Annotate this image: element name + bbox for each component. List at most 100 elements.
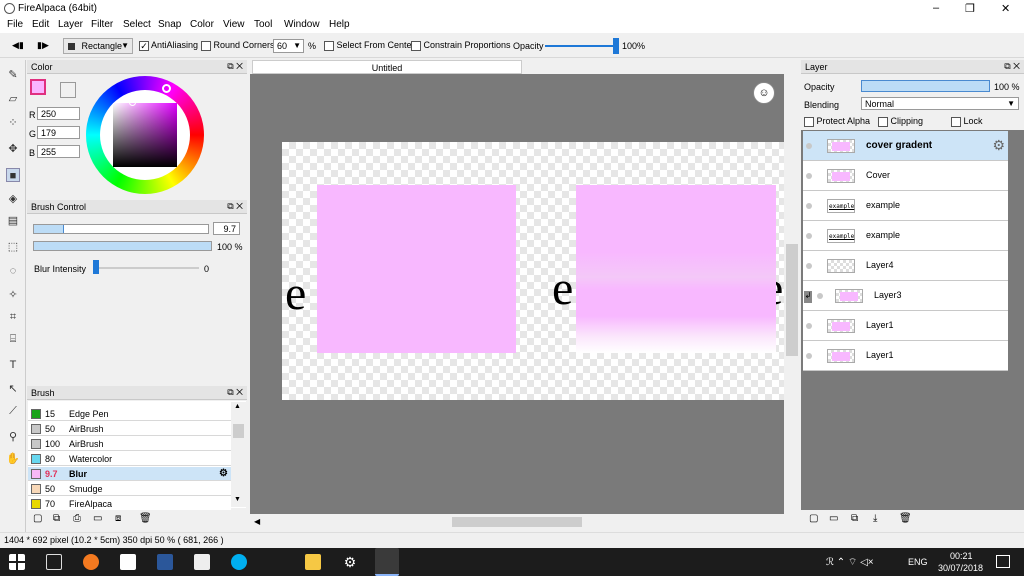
layer-item[interactable]: Cover (803, 161, 1008, 191)
duplicate-layer-icon[interactable]: ⧉ (851, 513, 858, 524)
task-view-icon[interactable] (46, 554, 62, 570)
duplicate-brush-icon[interactable]: ⧉ (53, 513, 60, 524)
layer-item[interactable]: Layer4 (803, 251, 1008, 281)
menu-edit[interactable]: Edit (32, 19, 49, 30)
scroll-left-icon[interactable]: ◀ (254, 517, 260, 526)
settings-icon[interactable]: ⚙ (342, 554, 358, 570)
layer-item[interactable]: example example (803, 221, 1008, 251)
menu-select[interactable]: Select (123, 19, 151, 30)
trash-icon[interactable]: 🗑 (139, 513, 152, 524)
magic-wand-icon[interactable]: ✧ (6, 288, 20, 302)
skype-icon[interactable] (231, 554, 247, 570)
folder-icon[interactable]: ▭ (93, 513, 102, 524)
layer-item[interactable]: cover gradent ⚙ (803, 131, 1008, 161)
brush-item[interactable]: 50 Smudge (28, 482, 231, 496)
next-icon[interactable]: ▮▶ (37, 40, 49, 51)
store-icon[interactable] (120, 554, 136, 570)
canvas-hscroll[interactable]: ◀ (250, 515, 784, 529)
dot-icon[interactable]: ⁘ (6, 116, 20, 130)
select-icon[interactable]: ⬚ (6, 240, 20, 254)
panel-float-close-icon[interactable]: ⧉ ✕ (1004, 61, 1020, 72)
fg-color-swatch[interactable] (30, 79, 46, 95)
scroll-up-icon[interactable]: ▲ (234, 403, 241, 410)
layer-item[interactable]: Layer1 (803, 311, 1008, 341)
bg-color-swatch[interactable] (60, 82, 76, 98)
clock-date[interactable]: 30/07/2018 (938, 563, 983, 573)
round-corners-input[interactable]: 60 ▼ (273, 39, 304, 53)
document-tab[interactable]: Untitled (252, 60, 522, 74)
brush-item[interactable]: 50 AirBrush (28, 422, 231, 436)
visibility-icon[interactable] (806, 143, 812, 149)
firealpaca-taskbar-icon[interactable] (375, 548, 399, 576)
clipping-checkbox[interactable]: Clipping (878, 116, 923, 127)
brush-list-scrollbar[interactable]: ▲ ▼ (231, 402, 246, 507)
blur-intensity-slider[interactable] (93, 260, 199, 274)
brush-item[interactable]: 100 AirBrush (28, 437, 231, 451)
antialiasing-checkbox[interactable]: ✓ AntiAliasing (139, 40, 198, 51)
layer-item[interactable]: Layer1 (803, 341, 1008, 371)
constrain-proportions-checkbox[interactable]: Constrain Proportions (411, 40, 511, 51)
close-button[interactable]: ✕ (1001, 2, 1010, 15)
color-wheel[interactable] (86, 76, 204, 194)
bucket-icon[interactable]: ◈ (6, 192, 20, 206)
layer-opacity-slider[interactable] (861, 80, 990, 92)
select-eraser-icon[interactable]: ⌸ (6, 332, 20, 346)
blending-select[interactable]: Normal ▼ (861, 97, 1019, 110)
sv-marker[interactable] (129, 99, 136, 106)
prev-icon[interactable]: ◀▮ (12, 40, 24, 51)
shape-select[interactable]: Rectangle ▼ (63, 38, 133, 54)
g-input[interactable]: 179 (37, 126, 80, 139)
brush-item[interactable]: 70 FireAlpaca (28, 497, 231, 511)
language-indicator[interactable]: ENG (908, 557, 928, 567)
hue-marker[interactable] (162, 84, 171, 93)
merge-down-icon[interactable]: ⤓ (873, 513, 877, 524)
menu-help[interactable]: Help (329, 19, 350, 30)
tray-icons[interactable]: ℛ ⌃ ⌔ ◁× (826, 556, 874, 569)
shape-tool-icon[interactable]: ■ (6, 168, 20, 182)
text-icon[interactable]: T (6, 358, 20, 372)
hand-icon[interactable]: ✋ (6, 452, 20, 466)
word-icon[interactable] (157, 554, 173, 570)
photos-icon[interactable] (194, 554, 210, 570)
brush-item[interactable]: 80 Watercolor (28, 452, 231, 466)
menu-view[interactable]: View (223, 19, 245, 30)
brush-size-value[interactable]: 9.7 (213, 222, 240, 235)
protect-alpha-checkbox[interactable]: Protect Alpha (804, 116, 870, 127)
clock-time[interactable]: 00:21 (950, 551, 973, 561)
visibility-icon[interactable] (806, 263, 812, 269)
canvas[interactable]: e e e (282, 142, 784, 400)
gradient-icon[interactable]: ▤ (6, 214, 20, 228)
scroll-down-icon[interactable]: ▼ (234, 496, 241, 503)
visibility-icon[interactable] (806, 203, 812, 209)
move-icon[interactable]: ✥ (6, 142, 20, 156)
minimize-button[interactable]: – (933, 2, 939, 14)
panel-float-close-icon[interactable]: ⧉ ✕ (227, 201, 243, 212)
notifications-icon[interactable] (996, 555, 1010, 568)
firefox-icon[interactable] (83, 554, 99, 570)
opacity-handle[interactable] (613, 38, 619, 54)
eyedropper-icon[interactable]: ⚲ (6, 430, 20, 444)
eraser-icon[interactable]: ▱ (6, 92, 20, 106)
visibility-icon[interactable] (806, 353, 812, 359)
menu-layer[interactable]: Layer (58, 19, 83, 30)
visibility-icon[interactable] (806, 233, 812, 239)
canvas-vscroll[interactable] (784, 74, 800, 514)
round-corners-checkbox[interactable]: Round Corners (201, 40, 275, 51)
trash-icon[interactable]: 🗑 (899, 513, 912, 524)
gear-icon[interactable]: ⚙ (992, 137, 1005, 154)
new-brush-icon[interactable]: ▢ (33, 513, 42, 524)
visibility-icon[interactable] (806, 323, 812, 329)
select-from-center-checkbox[interactable]: Select From Center (324, 40, 415, 51)
brush-size-slider[interactable] (33, 224, 209, 234)
canvas-workspace[interactable]: ☺ e e e (250, 74, 784, 514)
export-brush-icon[interactable]: ⎙ (73, 513, 81, 524)
hscroll-thumb[interactable] (452, 517, 582, 527)
layer-item[interactable]: Layer3 ↲ (803, 281, 1008, 311)
brush-opacity-slider[interactable] (33, 241, 212, 251)
blur-handle[interactable] (93, 260, 99, 274)
visibility-icon[interactable] (806, 173, 812, 179)
menu-filter[interactable]: Filter (91, 19, 113, 30)
menu-file[interactable]: File (7, 19, 23, 30)
new-layer-icon[interactable]: ▢ (809, 513, 818, 524)
opacity-slider[interactable] (545, 38, 619, 54)
